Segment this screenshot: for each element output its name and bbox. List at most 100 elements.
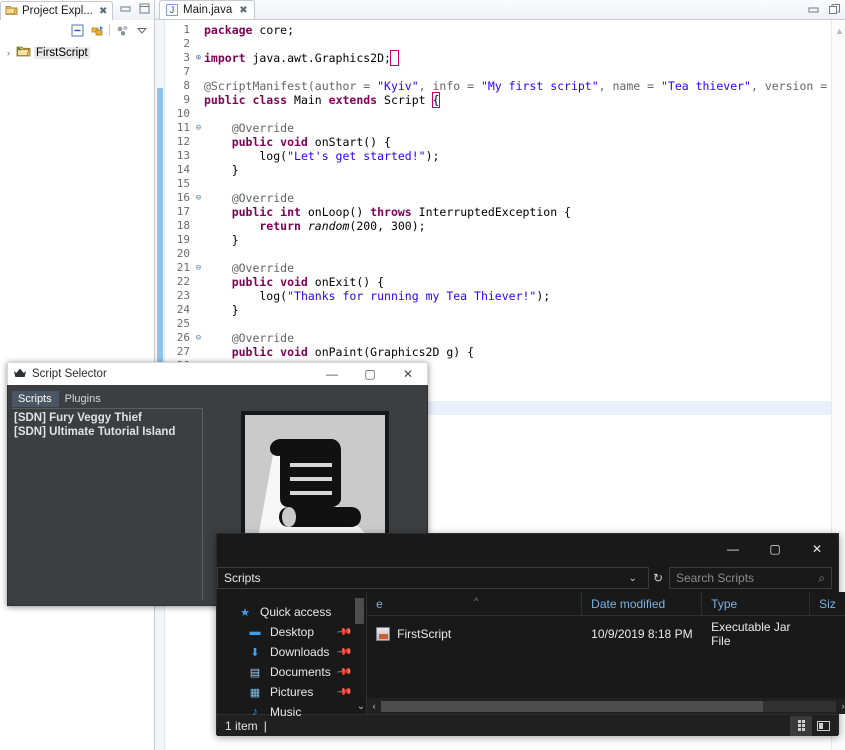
script-list[interactable]: [SDN] Fury Veggy Thief [SDN] Ultimate Tu… — [12, 408, 203, 600]
nav-item-music[interactable]: ♪ Music — [217, 702, 366, 722]
nav-item-documents[interactable]: ▤ Documents 📌 — [217, 662, 366, 682]
cell-name: FirstScript — [367, 627, 582, 641]
maximize-button[interactable]: ▢ — [351, 363, 389, 385]
nav-item-quick-access[interactable]: ★ Quick access — [217, 602, 366, 622]
minimize-icon[interactable] — [119, 2, 132, 15]
table-row[interactable]: FirstScript 10/9/2019 8:18 PM Executable… — [367, 620, 845, 648]
line-number: 21 — [176, 261, 190, 274]
tab-project-explorer[interactable]: Project Expl... ✖ — [0, 1, 114, 20]
code-line[interactable]: 18 return random(200, 300); — [165, 219, 831, 233]
search-placeholder: Search Scripts — [676, 571, 755, 585]
close-button[interactable]: ✕ — [389, 363, 427, 385]
code-line[interactable]: 14 } — [165, 163, 831, 177]
tab-scripts[interactable]: Scripts — [12, 391, 59, 407]
address-bar[interactable]: Scripts ⌄ — [217, 567, 649, 589]
code-line[interactable]: 15 — [165, 177, 831, 191]
tab-main-java[interactable]: J Main.java ✖ — [159, 0, 255, 19]
column-header-date-modified[interactable]: Date modified — [582, 591, 703, 616]
minimize-button[interactable]: — — [712, 534, 754, 564]
nav-scrollbar[interactable] — [355, 598, 365, 706]
code-line[interactable]: 9 public class Main extends Script { — [165, 92, 831, 108]
line-number: 20 — [176, 247, 190, 260]
focus-on-active-task-icon[interactable] — [116, 24, 129, 37]
scroll-track[interactable] — [381, 700, 837, 712]
refresh-icon[interactable]: ↻ — [651, 571, 663, 585]
code-line[interactable]: 10 — [165, 107, 831, 121]
code-line[interactable]: 26 ⊖ @Override — [165, 331, 831, 345]
nav-scroll-down-icon[interactable]: ⌄ — [357, 701, 365, 712]
close-icon[interactable]: ✖ — [239, 5, 247, 16]
code-line[interactable]: 11 ⊖ @Override — [165, 121, 831, 135]
code-text: @Override — [231, 121, 295, 135]
nav-item-downloads[interactable]: ⬇ Downloads 📌 — [217, 642, 366, 662]
file-list-pane[interactable]: e ^ Date modified Type Siz FirstScript 1… — [367, 591, 845, 714]
code-line[interactable]: 3 ⊕ import java.awt.Graphics2D; — [165, 50, 831, 66]
list-item[interactable]: [SDN] Ultimate Tutorial Island — [12, 425, 202, 439]
tab-plugins[interactable]: Plugins — [59, 391, 108, 407]
nav-item-pictures[interactable]: ▦ Pictures 📌 — [217, 682, 366, 702]
navigation-pane[interactable]: ★ Quick access ▬ Desktop 📌 ⬇ Downloads 📌… — [217, 592, 368, 719]
code-line[interactable]: 2 — [165, 37, 831, 51]
changed-lines-marker — [157, 88, 163, 368]
scroll-right-icon[interactable]: › — [836, 701, 845, 711]
code-line[interactable]: 7 — [165, 65, 831, 79]
code-line[interactable]: 8 @ScriptManifest(author = "Kyiv", info =… — [165, 79, 831, 93]
line-number: 10 — [176, 107, 190, 120]
code-line[interactable]: 23 log("Thanks for running my Tea Thieve… — [165, 289, 831, 303]
close-icon[interactable]: ✖ — [99, 6, 107, 17]
code-line[interactable]: 13 log("Let's get started!"); — [165, 149, 831, 163]
restore-icon[interactable] — [807, 3, 820, 16]
nav-scroll-thumb[interactable] — [355, 598, 365, 624]
horizontal-scrollbar[interactable]: ‹ › — [367, 698, 845, 714]
fold-toggle-icon[interactable]: ⊖ — [193, 261, 204, 275]
expand-arrow-icon[interactable]: › — [4, 48, 13, 58]
code-line[interactable]: 20 — [165, 247, 831, 261]
script-selector-titlebar[interactable]: Script Selector — ▢ ✕ — [7, 362, 428, 385]
collapse-all-icon[interactable] — [71, 24, 84, 37]
close-button[interactable]: ✕ — [796, 534, 838, 564]
link-with-editor-icon[interactable] — [90, 24, 103, 37]
large-icons-view-button[interactable] — [812, 716, 834, 736]
code-line[interactable]: 17 public int onLoop() throws Interrupte… — [165, 205, 831, 219]
file-explorer-window[interactable]: — ▢ ✕ Scripts ⌄ ↻ Search Scripts ⌕ ★ Qui… — [216, 533, 845, 736]
column-header-size[interactable]: Siz — [810, 592, 845, 616]
fold-toggle-icon[interactable]: ⊖ — [193, 191, 204, 205]
file-explorer-titlebar[interactable]: — ▢ ✕ — [217, 534, 838, 564]
code-line[interactable]: 1 package core; — [165, 23, 831, 37]
maximize-button[interactable]: ▢ — [754, 534, 796, 564]
view-menu-icon[interactable] — [135, 24, 148, 37]
project-folder-icon — [16, 45, 31, 61]
search-input[interactable]: Search Scripts ⌕ — [669, 567, 832, 589]
code-line[interactable]: 25 — [165, 317, 831, 331]
code-line[interactable]: 19 } — [165, 233, 831, 247]
code-line[interactable]: 27 public void onPaint(Graphics2D g) { — [165, 345, 831, 359]
scroll-left-icon[interactable]: ‹ — [367, 701, 381, 711]
column-header-type[interactable]: Type — [702, 591, 811, 616]
code-line[interactable]: 16 ⊖ @Override — [165, 191, 831, 205]
folder-icon — [5, 4, 18, 19]
column-header-name[interactable]: e ^ — [367, 591, 583, 616]
chevron-down-icon[interactable]: ⌄ — [624, 573, 642, 584]
code-line[interactable]: 24 } — [165, 303, 831, 317]
code-line[interactable]: 12 public void onStart() { — [165, 135, 831, 149]
scroll-thumb[interactable] — [381, 700, 764, 712]
code-line[interactable]: 21 ⊖ @Override — [165, 261, 831, 275]
details-view-button[interactable] — [790, 715, 812, 736]
list-item[interactable]: [SDN] Fury Veggy Thief — [12, 411, 202, 425]
fold-toggle-icon[interactable]: ⊕ — [193, 51, 204, 65]
cell-type: Executable Jar File — [711, 620, 791, 648]
source-code[interactable]: 1 package core; 2 3 ⊕ import java.awt.Graphic… — [165, 20, 831, 415]
nav-item-desktop[interactable]: ▬ Desktop 📌 — [217, 622, 366, 642]
fold-toggle-icon[interactable]: ⊖ — [193, 121, 204, 135]
tree-item-firstscript[interactable]: › FirstScript — [0, 44, 154, 61]
maximize-icon[interactable] — [138, 2, 151, 15]
code-line[interactable]: 22 public void onExit() { — [165, 275, 831, 289]
minimize-button[interactable]: — — [313, 363, 351, 385]
line-number: 3 — [183, 51, 190, 64]
maximize-icon[interactable] — [828, 3, 841, 16]
fold-toggle-icon[interactable]: ⊖ — [193, 331, 204, 345]
code-text: } — [204, 303, 239, 317]
